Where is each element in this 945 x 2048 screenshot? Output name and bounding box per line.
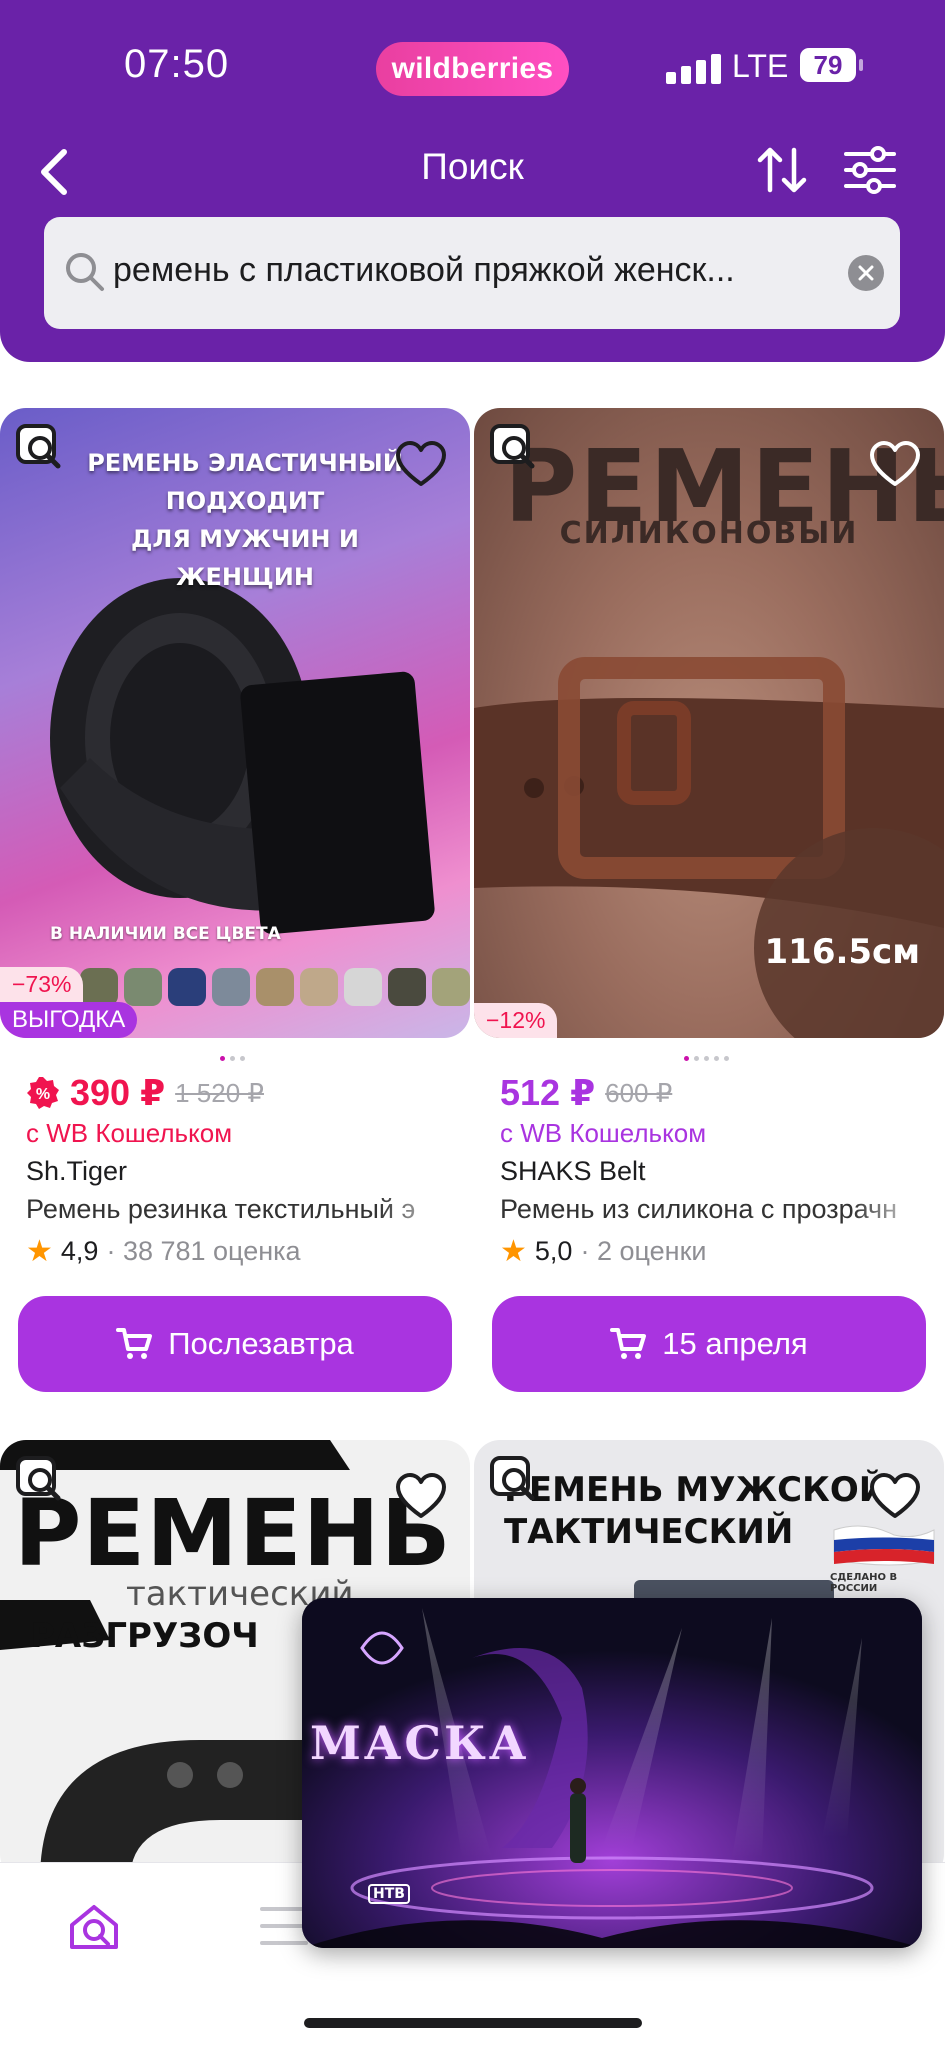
reviews-count: · 38 781 оценка <box>106 1236 301 1266</box>
close-icon <box>858 265 874 281</box>
channel-logo: НТВ <box>368 1884 410 1904</box>
svg-text:%: % <box>36 1086 50 1103</box>
image-pager-dots <box>684 1056 729 1061</box>
search-query[interactable]: ремень с пластиковой пряжкой женск... <box>113 251 833 290</box>
length-label: 116.5см <box>764 932 921 972</box>
sort-button[interactable] <box>752 140 812 200</box>
star-icon: ★ <box>26 1235 53 1268</box>
heart-icon[interactable] <box>868 1470 922 1524</box>
filter-sliders-icon <box>844 146 896 194</box>
rating-value: 5,0 <box>534 1236 573 1266</box>
tab-home-search-icon[interactable] <box>64 1897 124 1957</box>
status-bar: 07:50 wildberries LTE 79 <box>0 34 945 104</box>
image-footnote: В НАЛИЧИИ ВСЕ ЦВЕТА <box>50 924 281 944</box>
image-caption: РЕМЕНЬ МУЖСКОЙ <box>504 1470 888 1510</box>
reviews-count: · 2 оценки <box>580 1236 707 1266</box>
image-caption: РЕМЕНЬ ЭЛАСТИЧНЫЙ ПОДХОДИТ ДЛЯ МУЖЧИН И … <box>80 444 410 596</box>
discount-badges: −12% <box>474 1003 558 1038</box>
promo-tag: ВЫГОДКА <box>0 1002 138 1038</box>
image-search-icon[interactable] <box>12 1452 68 1508</box>
discount-badge: −73% <box>0 967 84 1002</box>
image-search-icon[interactable] <box>486 420 542 476</box>
home-indicator <box>304 2018 642 2028</box>
status-time: 07:50 <box>124 42 230 86</box>
heart-icon[interactable] <box>394 1470 448 1524</box>
battery-icon: 79 <box>800 48 863 82</box>
image-caption-large: РЕМЕНЬ <box>14 1480 452 1587</box>
image-caption: РАЗГРУЗОЧ <box>30 1616 259 1656</box>
add-to-cart-button[interactable]: Послезавтра <box>18 1296 452 1392</box>
sort-icon <box>757 147 807 193</box>
price: 512 ₽ <box>500 1072 596 1113</box>
image-search-icon[interactable] <box>486 1452 542 1508</box>
product-image[interactable]: РЕМЕНЬ СИЛИКОНОВЫЙ 116.5см −12% <box>474 408 944 1038</box>
rating-value: 4,9 <box>60 1236 99 1266</box>
search-input[interactable]: ремень с пластиковой пряжкой женск... <box>44 217 900 329</box>
star-icon: ★ <box>500 1235 527 1268</box>
brand-name: Sh.Tiger <box>26 1156 128 1186</box>
product-image[interactable]: РЕМЕНЬ ЭЛАСТИЧНЫЙ ПОДХОДИТ ДЛЯ МУЖЧИН И … <box>0 408 470 1038</box>
filters-button[interactable] <box>840 140 900 200</box>
discount-badge: −12% <box>474 1003 558 1038</box>
wallet-note: с WB Кошельком <box>26 1118 233 1148</box>
heart-icon[interactable] <box>868 438 922 492</box>
discount-percent-icon: % <box>27 1077 59 1109</box>
search-icon <box>66 253 104 291</box>
signal-icon <box>666 54 721 84</box>
discount-badges: −73% ВЫГОДКА <box>0 967 138 1038</box>
caption-line: ДЛЯ МУЖЧИН И ЖЕНЩИН <box>131 525 359 591</box>
price-row: 512 ₽ 600 ₽ <box>500 1072 672 1114</box>
show-title: МАСКА <box>310 1716 530 1770</box>
product-name: Ремень резинка текстильный э <box>26 1194 416 1224</box>
caption-line: ПОДХОДИТ <box>165 487 325 515</box>
image-caption: СИЛИКОНОВЫЙ <box>559 516 859 551</box>
nav-bar: Поиск <box>0 134 945 204</box>
cart-icon <box>116 1328 153 1359</box>
rating: ★ 5,0 · 2 оценки <box>500 1234 706 1269</box>
image-caption: ТАКТИЧЕСКИЙ <box>504 1512 794 1552</box>
delivery-label: Послезавтра <box>168 1326 354 1361</box>
rating: ★ 4,9 · 38 781 оценка <box>26 1234 301 1269</box>
brand-pill: wildberries <box>376 42 569 96</box>
made-in-label: СДЕЛАНО В РОССИИ <box>830 1572 898 1594</box>
product-card[interactable]: РЕМЕНЬ ЭЛАСТИЧНЫЙ ПОДХОДИТ ДЛЯ МУЖЧИН И … <box>0 408 472 1408</box>
clear-search-button[interactable] <box>848 255 884 291</box>
price: 390 ₽ <box>70 1072 166 1113</box>
image-search-icon[interactable] <box>12 420 68 476</box>
product-card[interactable]: РЕМЕНЬ СИЛИКОНОВЫЙ 116.5см −12% 512 ₽ 60… <box>474 408 945 1408</box>
image-pager-dots <box>220 1056 245 1061</box>
app-header: 07:50 wildberries LTE 79 Поиск ремень с … <box>0 0 945 362</box>
pip-video-player[interactable]: МАСКА НТВ <box>302 1598 922 1948</box>
product-name: Ремень из силикона с прозрачн <box>500 1194 897 1224</box>
brand-name: SHAKS Belt <box>500 1156 646 1186</box>
cart-icon <box>610 1328 647 1359</box>
network-label: LTE <box>732 48 789 84</box>
wallet-note: с WB Кошельком <box>500 1118 707 1148</box>
add-to-cart-button[interactable]: 15 апреля <box>492 1296 926 1392</box>
heart-icon[interactable] <box>394 438 448 492</box>
old-price: 600 ₽ <box>605 1077 673 1108</box>
delivery-label: 15 апреля <box>662 1326 808 1361</box>
price-row: % 390 ₽ 1 520 ₽ <box>26 1072 264 1114</box>
caption-line: РЕМЕНЬ ЭЛАСТИЧНЫЙ <box>87 449 403 477</box>
old-price: 1 520 ₽ <box>175 1077 264 1108</box>
